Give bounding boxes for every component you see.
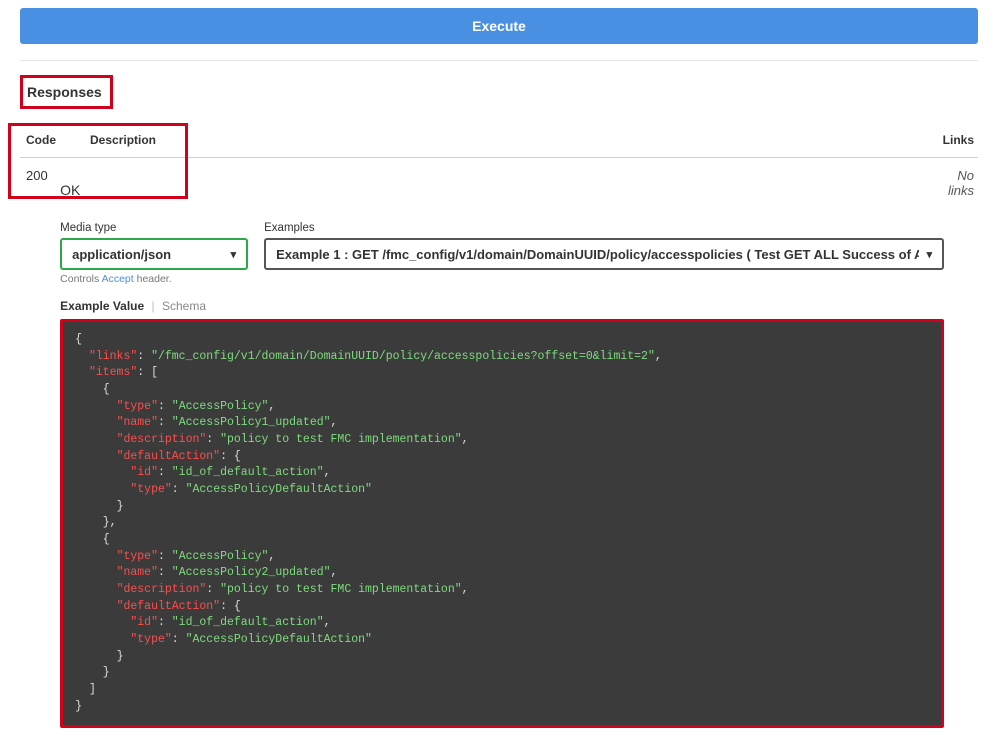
- examples-select[interactable]: Example 1 : GET /fmc_config/v1/domain/Do…: [264, 238, 944, 270]
- media-type-value: application/json: [72, 247, 171, 262]
- chevron-down-icon: ▾: [231, 248, 237, 261]
- example-json-codeblock: { "links": "/fmc_config/v1/domain/Domain…: [60, 319, 944, 728]
- th-code: Code: [20, 133, 90, 147]
- status-text: OK: [60, 168, 944, 204]
- responses-heading: Responses: [20, 75, 113, 109]
- chevron-down-icon: ▾: [927, 248, 933, 261]
- th-links: Links: [918, 133, 978, 147]
- tab-example-value[interactable]: Example Value: [60, 299, 144, 313]
- links-cell: No links: [944, 168, 978, 740]
- th-description: Description: [90, 133, 918, 147]
- status-code: 200: [20, 168, 60, 740]
- examples-label: Examples: [264, 222, 944, 234]
- tab-separator: |: [152, 299, 155, 313]
- media-type-label: Media type: [60, 222, 248, 234]
- media-type-select[interactable]: application/json ▾: [60, 238, 248, 270]
- execute-button[interactable]: Execute: [20, 8, 978, 44]
- divider: [20, 60, 978, 61]
- responses-table: Code Description Links 200 OK Media type…: [20, 133, 978, 740]
- tab-schema[interactable]: Schema: [162, 299, 206, 313]
- media-type-helper: Controls Accept header.: [60, 273, 248, 285]
- examples-value: Example 1 : GET /fmc_config/v1/domain/Do…: [276, 247, 918, 262]
